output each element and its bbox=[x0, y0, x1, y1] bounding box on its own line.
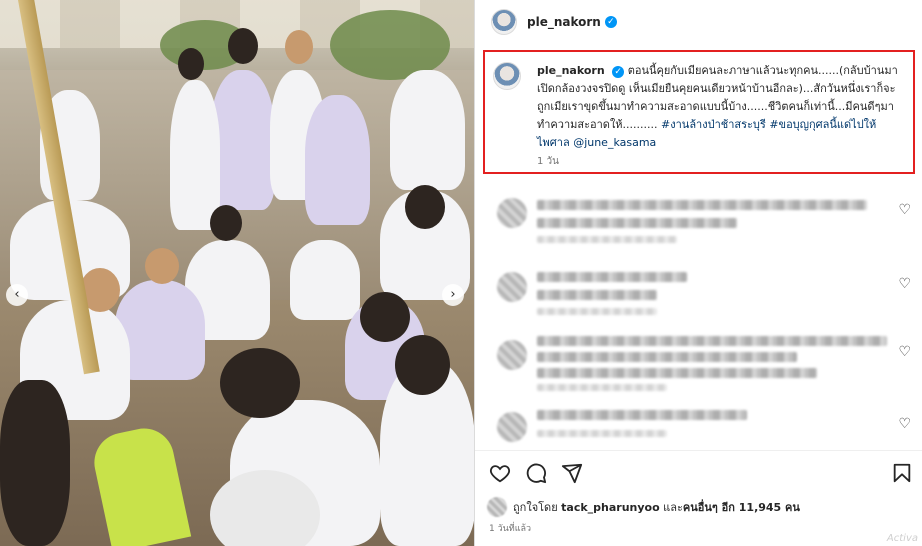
post-timestamp[interactable]: 1 วันที่แล้ว bbox=[489, 521, 531, 535]
photo-person bbox=[170, 80, 220, 230]
caption-timestamp[interactable]: 1 วัน bbox=[537, 154, 559, 169]
bookmark-icon bbox=[893, 463, 911, 483]
blurred-comment-text bbox=[537, 272, 687, 282]
blurred-comment-text bbox=[537, 218, 737, 228]
share-icon bbox=[561, 463, 583, 484]
post-header: ple_nakorn ✓ bbox=[475, 0, 922, 44]
comment-like-icon[interactable]: ♡ bbox=[898, 416, 911, 432]
next-image-button[interactable]: › bbox=[442, 284, 464, 306]
comment-avatar[interactable] bbox=[497, 340, 527, 370]
blurred-comment-text bbox=[537, 290, 657, 300]
liked-by-user[interactable]: tack_pharunyoo bbox=[561, 501, 660, 514]
photo-person-head bbox=[220, 348, 300, 418]
like-button[interactable] bbox=[487, 460, 513, 486]
photo-person-head bbox=[228, 28, 258, 64]
comment-avatar[interactable] bbox=[497, 198, 527, 228]
post-detail-panel: ple_nakorn ✓ ple_nakorn ✓ ตอนนี้คุยกับเม… bbox=[474, 0, 922, 546]
likes-summary: ถูกใจโดย tack_pharunyoo และ คนอื่นๆ อีก 1… bbox=[487, 497, 800, 517]
post-photo[interactable]: ‹ › bbox=[0, 0, 474, 546]
comment-item: ♡ bbox=[485, 188, 915, 248]
comment-icon bbox=[526, 463, 547, 484]
actions-divider bbox=[475, 450, 922, 451]
blurred-comment-text bbox=[537, 410, 747, 420]
blurred-comment-meta bbox=[537, 308, 657, 315]
comment-avatar[interactable] bbox=[497, 272, 527, 302]
comment-like-icon[interactable]: ♡ bbox=[898, 202, 911, 218]
comment-list: ♡ ♡ ♡ ♡ bbox=[475, 182, 922, 447]
comment-like-icon[interactable]: ♡ bbox=[898, 344, 911, 360]
blurred-comment-meta bbox=[537, 236, 677, 243]
comment-item: ♡ bbox=[485, 402, 915, 462]
photo-person bbox=[290, 240, 360, 320]
caption-username[interactable]: ple_nakorn bbox=[537, 64, 605, 77]
photo-person-head bbox=[0, 380, 70, 546]
photo-person-head bbox=[210, 205, 242, 241]
comment-avatar[interactable] bbox=[497, 412, 527, 442]
caption-highlight-box: ple_nakorn ✓ ตอนนี้คุยกับเมียคนละภาษาแล้… bbox=[483, 50, 915, 174]
photo-person-head bbox=[395, 335, 450, 395]
blurred-comment-meta bbox=[537, 384, 667, 391]
likes-prefix: ถูกใจโดย bbox=[513, 501, 558, 514]
blurred-comment-text bbox=[537, 368, 817, 378]
comment-item: ♡ bbox=[485, 330, 915, 391]
blurred-comment-text bbox=[537, 200, 867, 210]
mention-link[interactable]: @june_kasama bbox=[573, 136, 656, 149]
verified-badge-icon: ✓ bbox=[604, 16, 617, 28]
blurred-comment-text bbox=[537, 336, 887, 346]
liker-avatar[interactable] bbox=[487, 497, 507, 517]
save-button[interactable] bbox=[889, 460, 915, 486]
photo-person-head bbox=[360, 292, 410, 342]
photo-person bbox=[305, 95, 370, 225]
comment-button[interactable] bbox=[523, 460, 549, 486]
photo-person bbox=[390, 70, 465, 190]
blurred-comment-text bbox=[537, 352, 797, 362]
photo-person-head bbox=[178, 48, 204, 80]
chevron-left-icon: ‹ bbox=[14, 287, 20, 302]
comment-like-icon[interactable]: ♡ bbox=[898, 276, 911, 292]
activation-watermark: Activa bbox=[886, 533, 918, 544]
likes-others-count[interactable]: คนอื่นๆ อีก 11,945 คน bbox=[683, 498, 800, 516]
header-username[interactable]: ple_nakorn bbox=[527, 15, 601, 29]
caption-text: ple_nakorn ✓ ตอนนี้คุยกับเมียคนละภาษาแล้… bbox=[537, 62, 907, 152]
post-actions-bar bbox=[487, 460, 917, 490]
photo-person-head bbox=[145, 248, 179, 284]
prev-image-button[interactable]: ‹ bbox=[6, 284, 28, 306]
hashtag-link[interactable]: #งานล้างป่าช้าสระบุรี bbox=[661, 118, 766, 131]
blurred-comment-meta bbox=[537, 430, 667, 437]
avatar[interactable] bbox=[491, 9, 517, 35]
verified-badge-icon: ✓ bbox=[612, 66, 625, 78]
caption-avatar[interactable] bbox=[493, 62, 521, 90]
chevron-right-icon: › bbox=[450, 287, 456, 302]
share-button[interactable] bbox=[559, 460, 585, 486]
heart-icon bbox=[489, 465, 511, 483]
comment-item: ♡ bbox=[485, 262, 915, 322]
likes-middle: และ bbox=[663, 501, 683, 514]
photo-person-head bbox=[405, 185, 445, 229]
photo-person-head bbox=[285, 30, 313, 64]
